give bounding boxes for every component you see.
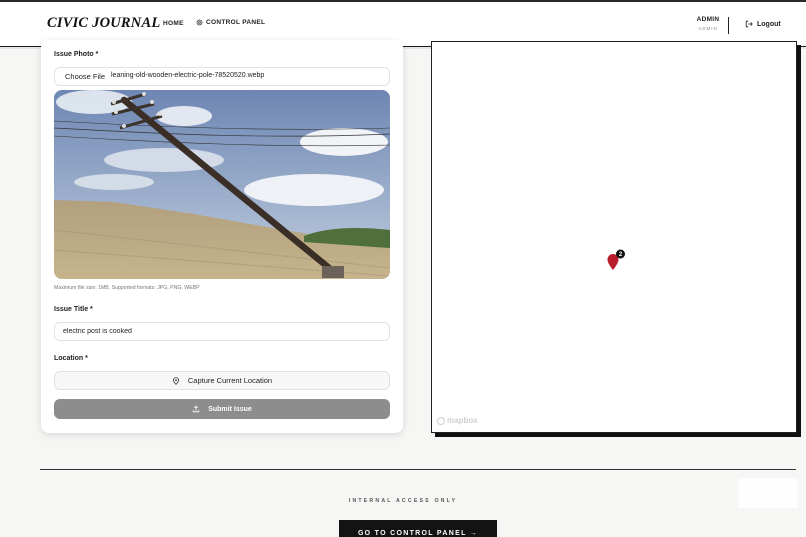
- file-hint: Maximum file size: 1MB. Supported format…: [54, 285, 200, 291]
- logout-label: Logout: [757, 20, 781, 28]
- go-to-control-panel-button[interactable]: GO TO CONTROL PANEL →: [339, 520, 497, 537]
- map-marker-icon[interactable]: 2: [606, 249, 626, 271]
- choose-file-button[interactable]: Choose File: [65, 72, 105, 81]
- map-panel[interactable]: 2 mapbox: [431, 41, 797, 433]
- nav-home-link[interactable]: HOME: [163, 20, 184, 27]
- submit-issue-button[interactable]: Submit Issue: [54, 399, 390, 419]
- capture-location-label: Capture Current Location: [187, 376, 273, 385]
- location-label: Location *: [54, 355, 88, 362]
- issue-title-label: Issue Title *: [54, 306, 93, 313]
- issue-photo-label: Issue Photo *: [54, 51, 99, 58]
- selected-file-name: leaning-old-wooden-electric-pole-7852052…: [111, 72, 265, 79]
- user-name: ADMIN: [696, 16, 720, 23]
- header-divider: [728, 17, 729, 34]
- report-issue-card: Issue Photo * Choose File leaning-old-wo…: [41, 40, 403, 433]
- mapbox-logo[interactable]: mapbox: [437, 416, 478, 425]
- capture-location-button[interactable]: Capture Current Location: [54, 371, 390, 390]
- file-input[interactable]: Choose File leaning-old-wooden-electric-…: [54, 67, 390, 86]
- nav-control-panel-label: CONTROL PANEL: [206, 19, 266, 26]
- submit-issue-label: Submit Issue: [208, 405, 252, 413]
- mapbox-label: mapbox: [447, 416, 478, 425]
- nav-control-panel-link[interactable]: CONTROL PANEL: [196, 19, 265, 26]
- issue-photo-preview: [54, 90, 390, 279]
- upload-icon: [193, 405, 200, 413]
- settings-icon: [196, 19, 203, 26]
- mapbox-logo-icon: [437, 416, 445, 425]
- logout-button[interactable]: Logout: [745, 20, 781, 28]
- issue-title-input[interactable]: [54, 322, 390, 341]
- footer-divider: [40, 469, 796, 470]
- location-pin-icon: [172, 376, 179, 385]
- user-info: ADMIN ADMIN: [690, 16, 726, 31]
- logout-icon: [745, 20, 753, 28]
- page: CIVIC JOURNAL HOME CONTROL PANEL ADMIN A…: [0, 0, 806, 537]
- internal-access-label: INTERNAL ACCESS ONLY: [348, 498, 458, 504]
- site-logo[interactable]: CIVIC JOURNAL: [47, 15, 160, 32]
- user-role: ADMIN: [698, 26, 718, 31]
